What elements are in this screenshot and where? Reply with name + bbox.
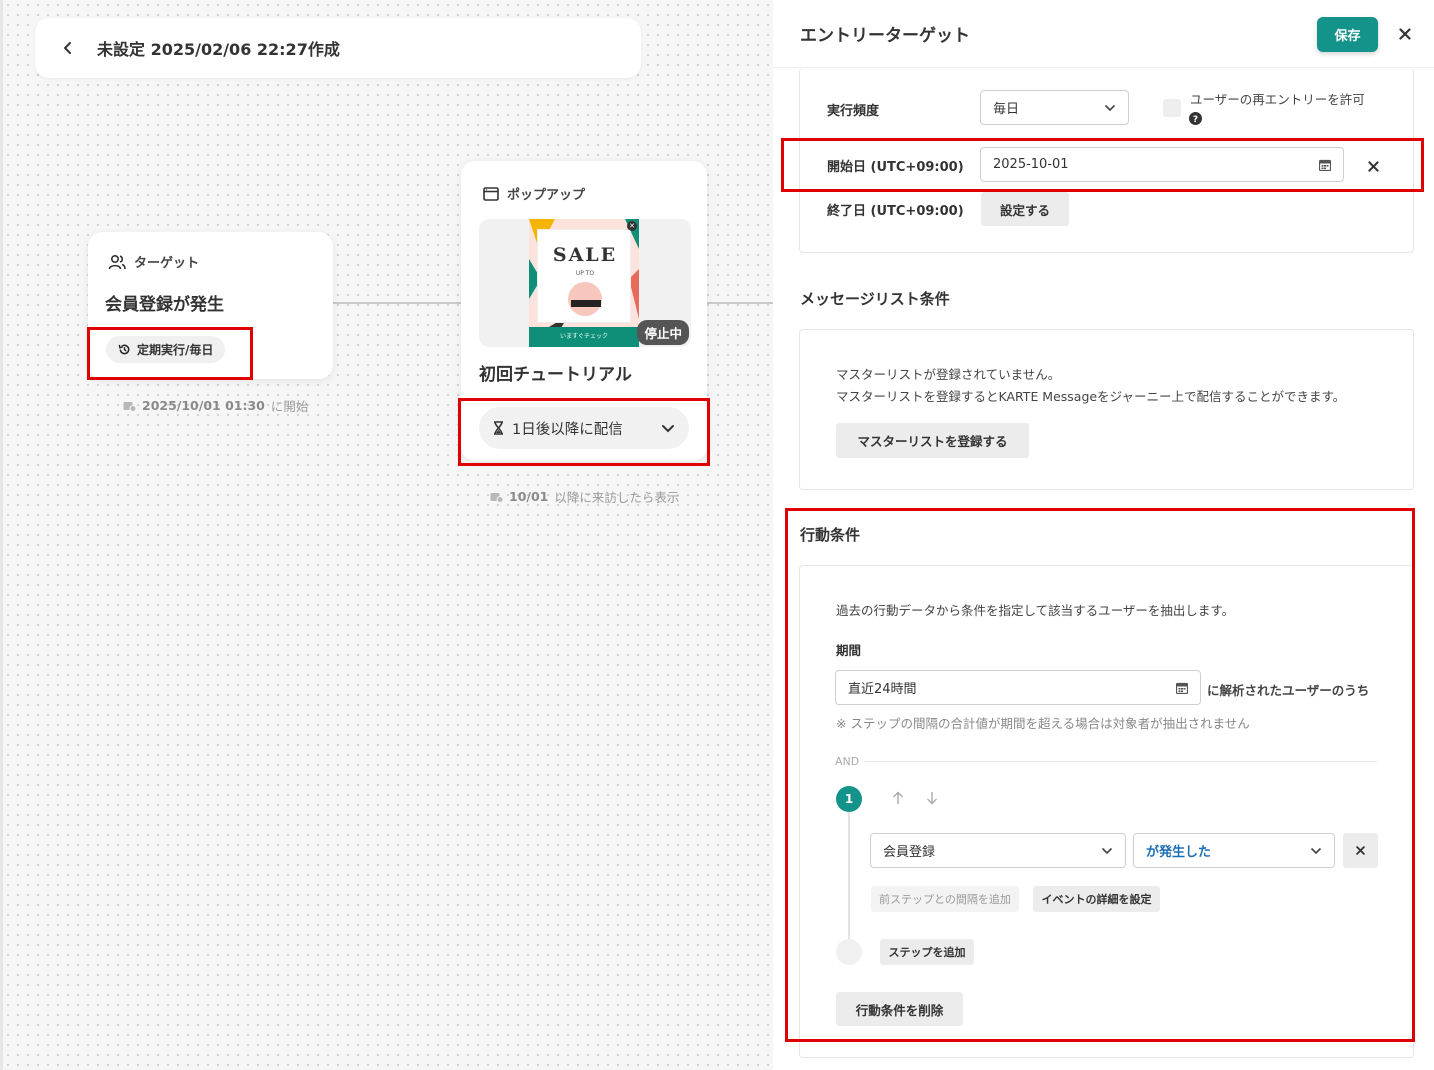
close-icon	[1356, 846, 1365, 855]
popup-start-suffix: 以降に来訪したら表示	[554, 490, 680, 505]
popup-node-title: 初回チュートリアル	[479, 365, 632, 385]
close-icon	[1399, 28, 1411, 40]
add-step-dot	[836, 939, 862, 965]
sale-banner-image: SALE UP TO いますぐチェック ✕	[529, 219, 639, 347]
period-label: 期間	[836, 643, 862, 658]
sale-inner-panel: SALE UP TO	[537, 229, 631, 323]
register-master-list-button[interactable]: マスターリストを登録する	[836, 423, 1029, 458]
step-connector	[848, 812, 850, 940]
target-node-label: ターゲット	[134, 256, 200, 271]
target-node-note: 2025/10/01 01:30 に開始	[123, 396, 308, 415]
sale-footer: いますぐチェック	[529, 327, 639, 347]
journey-title: 未設定 2025/02/06 22:27作成	[97, 40, 340, 59]
sale-discount-shape	[568, 282, 602, 316]
popup-node-note: 10/01 以降に来訪したら表示	[490, 487, 679, 506]
target-node[interactable]: ターゲット 会員登録が発生 定期実行/毎日	[88, 232, 333, 379]
journey-canvas[interactable]: 未設定 2025/02/06 22:27作成 ターゲット 会員登録が発生 定期実…	[0, 0, 776, 1070]
chevron-down-icon	[1104, 104, 1116, 111]
chevron-down-icon	[1101, 847, 1113, 854]
frequency-label: 実行頻度	[827, 104, 880, 119]
condition-select[interactable]: が発生した	[1133, 833, 1335, 868]
panel-title: エントリーターゲット	[800, 26, 970, 46]
and-divider	[865, 761, 1377, 762]
users-icon	[108, 254, 126, 269]
target-node-title: 会員登録が発生	[105, 295, 224, 315]
reentry-label: ユーザーの再エントリーを許可	[1190, 92, 1365, 107]
event-value: 会員登録	[883, 845, 936, 860]
history-icon	[118, 344, 130, 355]
behavior-box	[799, 565, 1414, 1058]
popup-start-date: 10/01	[509, 489, 549, 504]
sale-black-bar	[571, 300, 601, 307]
message-list-line2: マスターリストを登録するとKARTE Messageをジャーニー上で配信すること…	[836, 389, 1346, 404]
frequency-select[interactable]: 毎日	[980, 90, 1129, 125]
frequency-value: 毎日	[993, 102, 1020, 117]
add-step-button[interactable]: ステップを追加	[880, 939, 974, 965]
start-date-input[interactable]: 2025-10-01	[980, 147, 1344, 182]
step-number-badge: 1	[836, 786, 862, 812]
set-end-date-button[interactable]: 設定する	[981, 192, 1069, 226]
svg-text:?: ?	[1193, 115, 1198, 125]
schedule-chip-label: 定期実行/毎日	[137, 343, 214, 357]
connector-line	[707, 302, 776, 304]
calendar-icon	[1176, 682, 1188, 694]
add-interval-button[interactable]: 前ステップとの間隔を追加	[871, 886, 1019, 912]
message-list-title: メッセージリスト条件	[800, 290, 950, 308]
hourglass-icon	[494, 421, 503, 435]
period-value: 直近24時間	[848, 682, 917, 697]
target-start-date: 2025/10/01 01:30	[142, 398, 265, 413]
chevron-down-icon	[662, 424, 674, 432]
schedule-chip[interactable]: 定期実行/毎日	[106, 336, 226, 363]
period-input[interactable]: 直近24時間	[835, 670, 1201, 705]
panel-header: エントリーターゲット 保存	[773, 0, 1434, 68]
message-list-box	[799, 329, 1414, 490]
target-start-suffix: に開始	[270, 399, 309, 414]
delete-behavior-button[interactable]: 行動条件を削除	[836, 992, 963, 1026]
chevron-left-icon	[64, 42, 71, 54]
calendar-clock-icon	[490, 492, 503, 503]
arrow-down-icon[interactable]	[926, 791, 938, 805]
reentry-checkbox[interactable]	[1163, 99, 1181, 117]
back-button[interactable]	[57, 37, 79, 59]
message-list-line1: マスターリストが登録されていません。	[836, 367, 1061, 382]
help-icon[interactable]: ?	[1189, 112, 1202, 125]
period-suffix: に解析されたユーザーのうち	[1207, 683, 1370, 698]
delivery-timing-dropdown[interactable]: 1日後以降に配信	[479, 407, 689, 449]
and-label: AND	[835, 755, 860, 768]
close-icon	[1367, 160, 1379, 172]
behavior-description: 過去の行動データから条件を指定して該当するユーザーを抽出します。	[836, 603, 1235, 618]
event-detail-button[interactable]: イベントの詳細を設定	[1033, 886, 1160, 912]
window-icon	[483, 186, 499, 201]
start-date-label: 開始日 (UTC+09:00)	[827, 160, 964, 175]
target-node-header: ターゲット	[108, 252, 199, 271]
period-note: ※ ステップの間隔の合計値が期間を超える場合は対象者が抽出されません	[836, 716, 1250, 731]
sale-sub: UP TO	[575, 270, 595, 277]
chevron-down-icon	[1310, 847, 1322, 854]
start-date-value: 2025-10-01	[993, 157, 1069, 172]
delivery-timing-label: 1日後以降に配信	[512, 421, 623, 438]
end-date-label: 終了日 (UTC+09:00)	[827, 204, 964, 219]
canvas-topbar: 未設定 2025/02/06 22:27作成	[35, 18, 641, 78]
calendar-clock-icon	[123, 401, 136, 412]
entry-target-panel: エントリーターゲット 保存 実行頻度 毎日 ユーザーの再エントリーを許可 ? 開…	[773, 0, 1434, 1070]
behavior-section-title: 行動条件	[800, 526, 861, 544]
connector-line	[333, 302, 461, 304]
status-badge: 停止中	[637, 320, 689, 345]
condition-value: が発生した	[1146, 845, 1212, 860]
calendar-icon	[1319, 159, 1331, 171]
event-select[interactable]: 会員登録	[870, 833, 1126, 868]
banner-close-icon: ✕	[627, 221, 637, 231]
clear-start-date-button[interactable]	[1363, 156, 1383, 176]
popup-node-label: ポップアップ	[507, 188, 586, 203]
popup-node-header: ポップアップ	[483, 184, 585, 203]
arrow-up-icon[interactable]	[892, 791, 904, 805]
remove-step-button[interactable]	[1343, 833, 1378, 868]
sale-headline: SALE	[552, 244, 618, 266]
save-button[interactable]: 保存	[1317, 17, 1378, 52]
popup-preview[interactable]: SALE UP TO いますぐチェック ✕ 停止中	[479, 219, 691, 347]
close-panel-button[interactable]	[1395, 24, 1415, 44]
